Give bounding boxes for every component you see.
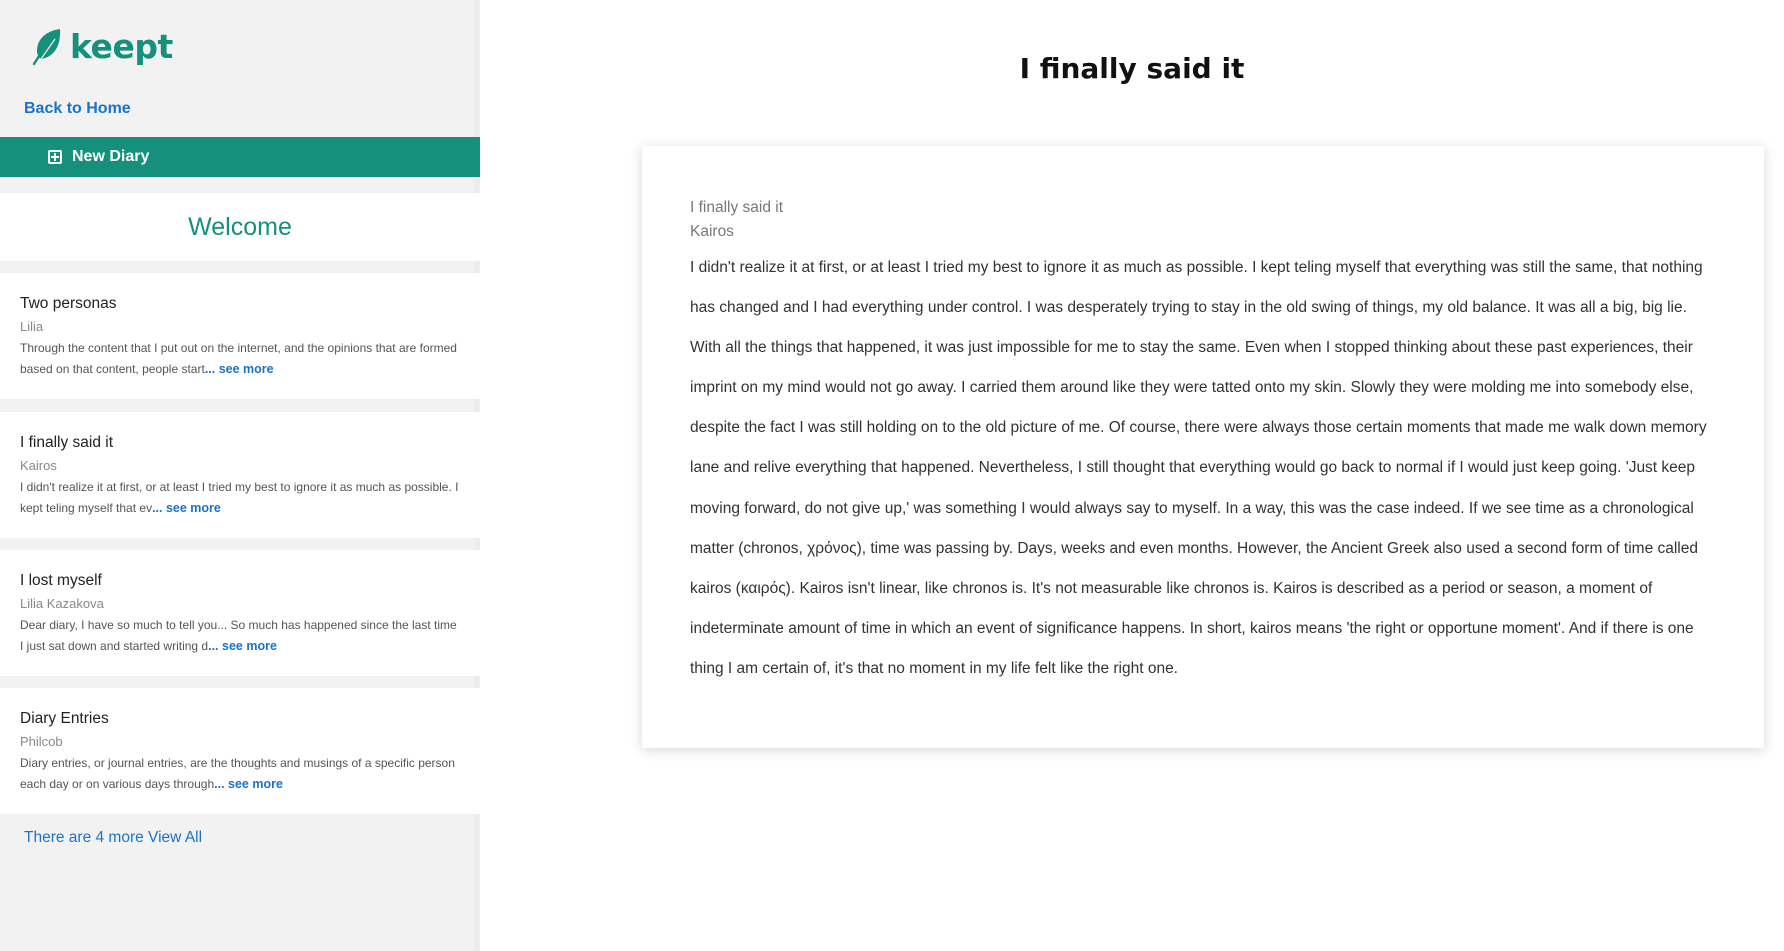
see-more-link[interactable]: ... see more xyxy=(214,777,283,791)
welcome-heading: Welcome xyxy=(0,193,480,261)
entry-excerpt-text: I didn't realize it at first, or at leas… xyxy=(20,480,459,515)
logo[interactable]: keept xyxy=(30,26,173,66)
new-diary-button[interactable]: New Diary xyxy=(0,137,480,177)
entry-title[interactable]: I lost myself xyxy=(20,572,460,590)
see-more-link[interactable]: ... see more xyxy=(208,639,277,653)
page-title: I finally said it xyxy=(1019,52,1245,85)
entry-excerpt: Dear diary, I have so much to tell you..… xyxy=(20,615,460,657)
entry-excerpt: I didn't realize it at first, or at leas… xyxy=(20,477,460,519)
diary-list-item[interactable]: Two personas Lilia Through the content t… xyxy=(0,273,480,399)
entry-author: Philcob xyxy=(20,734,63,749)
entry-body: I didn't realize it at first, or at leas… xyxy=(690,259,1707,677)
leaf-icon xyxy=(32,29,61,66)
back-to-home-link[interactable]: Back to Home xyxy=(24,100,131,118)
diary-entry-card: I finally said it Kairos I didn't realiz… xyxy=(642,146,1764,748)
entry-author: Lilia Kazakova xyxy=(20,596,104,611)
entry-title[interactable]: Diary Entries xyxy=(20,710,460,728)
see-more-link[interactable]: ... see more xyxy=(205,362,274,376)
new-diary-label: New Diary xyxy=(72,148,150,165)
entry-title: I finally said it xyxy=(690,199,784,216)
entry-title[interactable]: I finally said it xyxy=(20,434,460,452)
diary-list-item[interactable]: I lost myself Lilia Kazakova Dear diary,… xyxy=(0,550,480,676)
entry-excerpt: Diary entries, or journal entries, are t… xyxy=(20,753,460,795)
logo-text: keept xyxy=(70,26,173,66)
sidebar: keept Back to Home New Diary Welcome Two… xyxy=(0,0,480,951)
entry-author: Kairos xyxy=(690,223,734,240)
entry-author: Lilia xyxy=(20,319,44,334)
see-more-link[interactable]: ... see more xyxy=(152,501,221,515)
entry-title[interactable]: Two personas xyxy=(20,295,460,313)
view-all-link[interactable]: There are 4 more View All xyxy=(24,829,202,847)
diary-list-item[interactable]: I finally said it Kairos I didn't realiz… xyxy=(0,412,480,538)
entry-author: Kairos xyxy=(20,458,57,473)
entry-excerpt: Through the content that I put out on th… xyxy=(20,338,460,380)
plus-square-icon xyxy=(48,150,62,164)
diary-list-item[interactable]: Diary Entries Philcob Diary entries, or … xyxy=(0,688,480,814)
